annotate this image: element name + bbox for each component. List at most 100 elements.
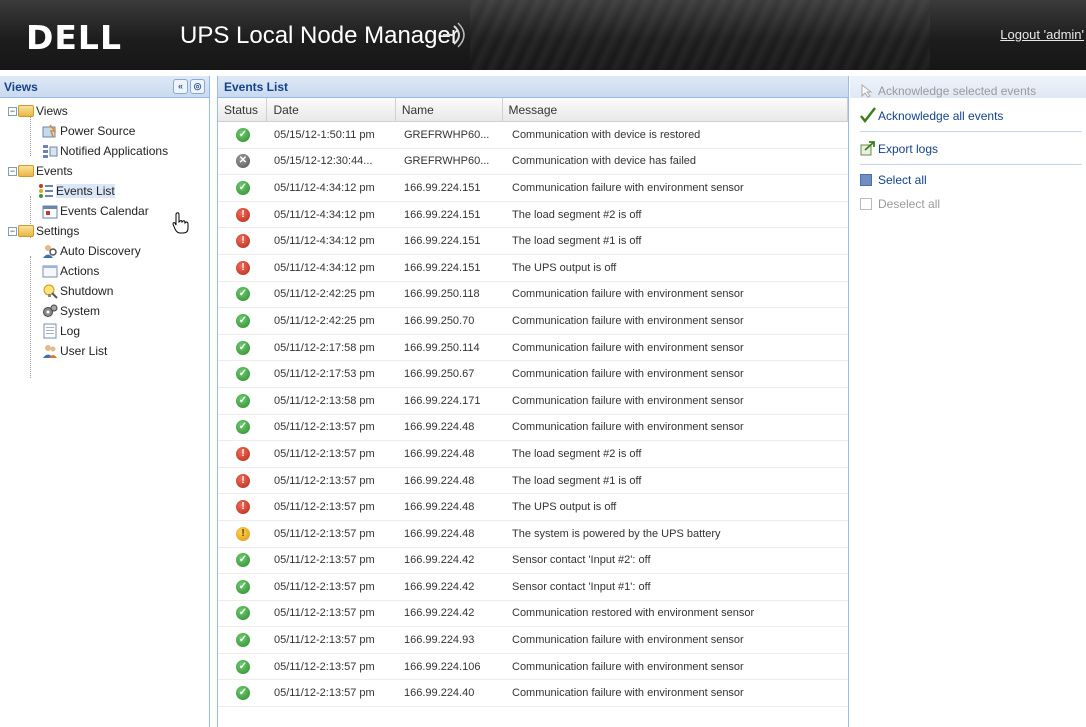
date-cell: 05/11/12-4:34:12 pm [274,235,375,248]
message-cell: Communication restored with environment … [512,607,755,620]
message-cell: The load segment #1 is off [512,235,642,248]
table-row[interactable]: ✓ 05/11/12-2:13:57 pm 166.99.224.42 Communi… [218,601,848,628]
check-icon: ✓ [236,659,250,674]
tree-node-power-source[interactable]: Power Source [0,121,209,141]
acknowledge-selected-events-button[interactable]: Acknowledge selected events [878,84,1036,98]
table-row[interactable]: ✓ 05/11/12-2:42:25 pm 166.99.250.118 Commun… [218,282,848,309]
collapse-toggle-icon[interactable]: − [8,166,17,176]
status-cell: ✓ [218,393,268,408]
message-cell: The UPS output is off [512,261,617,274]
app-header: DELL UPS Local Node Manager Logout 'admi… [0,0,1086,70]
table-row[interactable]: ✓ 05/11/12-2:42:25 pm 166.99.250.70 Communi… [218,308,848,335]
events-list-header: Events List [218,76,848,98]
name-cell: 166.99.250.67 [404,368,475,381]
log-icon [43,323,57,339]
column-header-name[interactable]: Name [396,98,503,121]
acknowledge-all-events-button[interactable]: Acknowledge all events [878,109,1003,123]
collapse-panel-button[interactable]: « [173,79,188,94]
name-cell: 166.99.224.42 [404,580,475,593]
tree-node-actions[interactable]: Actions [0,261,209,281]
panel-options-button[interactable]: ◎ [190,79,205,94]
message-cell: Communication failure with environment s… [512,394,744,407]
status-cell: ! [218,446,268,461]
tree-node-notified-applications[interactable]: Notified Applications [0,141,209,161]
message-cell: Communication failure with environment s… [512,288,744,301]
select-all-button[interactable]: Select all [878,173,927,187]
table-row[interactable]: ✓ 05/11/12-2:13:57 pm 166.99.224.40 Communi… [218,680,848,708]
table-row[interactable]: ! 05/11/12-2:13:57 pm 166.99.224.48 The loa… [218,441,848,468]
warning-icon: ! [236,526,250,541]
column-header-message[interactable]: Message [503,98,848,121]
check-icon: ✓ [236,127,250,142]
check-icon: ✓ [236,313,250,328]
table-row[interactable]: ! 05/11/12-4:34:12 pm 166.99.224.151 The UP… [218,255,848,282]
message-cell: Sensor contact 'Input #2': off [512,554,651,567]
table-row[interactable]: ✓ 05/11/12-2:13:57 pm 166.99.224.48 Communi… [218,415,848,442]
table-row[interactable]: ✓ 05/11/12-2:13:58 pm 166.99.224.171 Commun… [218,388,848,415]
column-header-date[interactable]: Date [267,98,396,121]
message-cell: Communication failure with environment s… [512,634,744,647]
table-row[interactable]: ✓ 05/11/12-2:13:57 pm 166.99.224.106 Commun… [218,654,848,681]
export-logs-button[interactable]: Export logs [878,142,938,156]
message-cell: Communication with device has failed [512,155,697,168]
table-row[interactable]: ! 05/11/12-4:34:12 pm 166.99.224.151 The lo… [218,228,848,255]
date-cell: 05/11/12-2:13:57 pm [274,660,375,673]
actions-separator [860,164,1082,165]
status-cell: ✓ [218,579,268,594]
status-cell: ✓ [218,659,268,674]
date-cell: 05/11/12-2:17:53 pm [274,368,375,381]
actions-separator [860,131,1082,132]
date-cell: 05/11/12-2:13:57 pm [274,447,375,460]
collapse-toggle-icon[interactable]: − [8,106,17,116]
tree-node-views[interactable]: − Views [0,101,209,121]
date-cell: 05/11/12-2:13:57 pm [274,554,375,567]
message-cell: The load segment #2 is off [512,208,642,221]
table-row[interactable]: ✓ 05/11/12-2:17:58 pm 166.99.250.114 Commun… [218,335,848,362]
exclamation-icon: ! [236,446,250,461]
tree-node-user-list[interactable]: User List [0,341,209,361]
date-cell: 05/11/12-4:34:12 pm [274,261,375,274]
table-row[interactable]: ✓ 05/15/12-1:50:11 pm GREFRWHP60... Communi… [218,122,848,149]
exclamation-icon: ! [236,260,250,275]
navigation-tree: − Views Power Source Notified Applicatio… [0,98,209,378]
tree-node-auto-discovery[interactable]: Auto Discovery [0,241,209,261]
folder-icon [18,225,34,237]
calendar-icon [42,205,58,219]
date-cell: 05/11/12-2:13:57 pm [274,421,375,434]
logout-link[interactable]: Logout 'admin' [1000,27,1084,42]
date-cell: 05/11/12-2:42:25 pm [274,314,375,327]
table-row[interactable]: ✓ 05/11/12-2:13:57 pm 166.99.224.42 Sensor … [218,574,848,601]
message-cell: Sensor contact 'Input #1': off [512,580,651,593]
name-cell: 166.99.224.171 [404,394,481,407]
cursor-arrow-icon [861,84,873,98]
status-cell: ✓ [218,420,268,435]
status-cell: ✓ [218,287,268,302]
collapse-toggle-icon[interactable]: − [8,226,17,236]
column-header-status[interactable]: Status [218,98,268,121]
checkmark-icon [860,107,876,123]
message-cell: The UPS output is off [512,501,617,514]
name-cell: 166.99.224.48 [404,447,475,460]
table-row[interactable]: ✓ 05/11/12-2:13:57 pm 166.99.224.42 Sensor … [218,548,848,575]
table-row[interactable]: ! 05/11/12-4:34:12 pm 166.99.224.151 The lo… [218,202,848,229]
tree-node-log[interactable]: Log [0,321,209,341]
tree-node-events-list[interactable]: Events List [0,181,209,201]
tree-node-events[interactable]: − Events [0,161,209,181]
table-row[interactable]: ✕ 05/15/12-12:30:44... GREFRWHP60... Commun… [218,149,848,176]
table-row[interactable]: ! 05/11/12-2:13:57 pm 166.99.224.48 The UPS… [218,494,848,521]
deselect-all-button[interactable]: Deselect all [878,197,940,211]
x-icon: ✕ [236,154,250,169]
folder-icon [18,105,34,117]
status-cell: ✓ [218,606,268,621]
table-row[interactable]: ✓ 05/11/12-4:34:12 pm 166.99.224.151 Commun… [218,175,848,202]
table-row[interactable]: ✓ 05/11/12-2:17:53 pm 166.99.250.67 Communi… [218,361,848,388]
table-row[interactable]: ✓ 05/11/12-2:13:57 pm 166.99.224.93 Communi… [218,627,848,654]
date-cell: 05/11/12-2:13:57 pm [274,527,375,540]
tree-node-shutdown[interactable]: Shutdown [0,281,209,301]
name-cell: 166.99.224.48 [404,421,475,434]
hand-pointer-icon [172,212,189,234]
table-row[interactable]: ! 05/11/12-2:13:57 pm 166.99.224.48 The sys… [218,521,848,548]
name-cell: 166.99.224.40 [404,687,475,700]
tree-node-system[interactable]: System [0,301,209,321]
table-row[interactable]: ! 05/11/12-2:13:57 pm 166.99.224.48 The loa… [218,468,848,495]
